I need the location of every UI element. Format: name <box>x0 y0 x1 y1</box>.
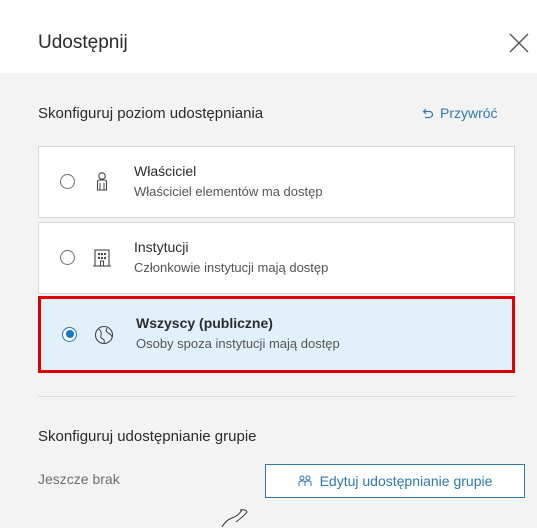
share-level-heading: Skonfiguruj poziom udostępniania <box>38 105 264 122</box>
share-option-organization[interactable]: Instytucji Członkowie instytucji mają do… <box>38 222 515 294</box>
edit-group-sharing-label: Edytuj udostępnianie grupie <box>319 473 493 489</box>
radio-owner[interactable] <box>60 174 75 189</box>
reset-link[interactable]: Przywróć <box>421 105 498 121</box>
close-button[interactable] <box>508 32 530 54</box>
reset-label: Przywróć <box>440 105 498 121</box>
option-title: Właściciel <box>134 163 197 179</box>
no-groups-text: Jeszcze brak <box>38 471 120 487</box>
share-dialog: Udostępnij Skonfiguruj poziom udostępnia… <box>0 0 537 528</box>
section-divider <box>38 396 515 397</box>
close-icon <box>509 33 529 53</box>
option-description: Członkowie instytucji mają dostęp <box>134 260 329 275</box>
cursor-scribble-icon <box>221 509 248 528</box>
person-icon <box>91 171 113 193</box>
globe-icon <box>93 324 115 346</box>
dialog-header: Udostępnij <box>0 0 537 73</box>
dialog-title: Udostępnij <box>38 32 128 53</box>
share-option-everyone[interactable]: Wszyscy (publiczne) Osoby spoza instytuc… <box>38 296 515 373</box>
option-title: Instytucji <box>134 239 189 255</box>
share-option-owner[interactable]: Właściciel Właściciel elementów ma dostę… <box>38 146 515 218</box>
edit-group-sharing-button[interactable]: Edytuj udostępnianie grupie <box>265 464 525 498</box>
group-sharing-heading: Skonfiguruj udostępnianie grupie <box>38 428 257 445</box>
radio-everyone[interactable] <box>62 326 77 342</box>
building-icon <box>91 247 113 269</box>
undo-icon <box>422 108 434 118</box>
option-description: Osoby spoza instytucji mają dostęp <box>136 336 340 351</box>
option-title: Wszyscy (publiczne) <box>136 315 273 331</box>
option-description: Właściciel elementów ma dostęp <box>134 184 323 199</box>
group-icon <box>298 475 312 486</box>
radio-organization[interactable] <box>60 250 75 265</box>
